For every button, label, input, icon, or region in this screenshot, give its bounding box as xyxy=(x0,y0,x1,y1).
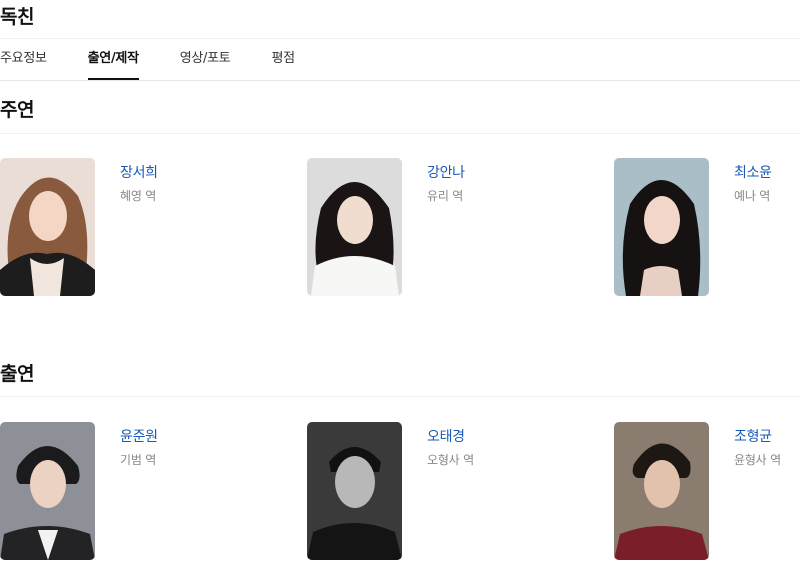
page-title: 독친 xyxy=(0,6,34,28)
tab-bar: 주요정보 출연/제작 영상/포토 평점 xyxy=(0,48,336,80)
actor-name-link[interactable]: 최소윤 xyxy=(734,162,772,182)
actor-photo[interactable] xyxy=(0,422,95,560)
tab-cast-crew[interactable]: 출연/제작 xyxy=(87,48,139,80)
title-divider xyxy=(0,38,800,39)
actor-photo[interactable] xyxy=(614,422,709,560)
cast-card: 조형균 윤형사 역 xyxy=(614,422,800,562)
section-title-supporting: 출연 xyxy=(0,363,34,385)
section-title-lead: 주연 xyxy=(0,99,34,121)
section-divider xyxy=(0,133,800,134)
tab-ratings[interactable]: 평점 xyxy=(271,48,295,80)
actor-name-link[interactable]: 조형균 xyxy=(734,426,772,446)
actor-role: 윤형사 역 xyxy=(734,453,781,467)
actor-role: 기범 역 xyxy=(120,453,157,467)
actor-role: 오형사 역 xyxy=(427,453,474,467)
cast-card: 강안나 유리 역 xyxy=(307,158,607,298)
tab-main-info[interactable]: 주요정보 xyxy=(0,48,47,80)
actor-name-link[interactable]: 장서희 xyxy=(120,162,158,182)
actor-photo[interactable] xyxy=(614,158,709,296)
actor-role: 혜영 역 xyxy=(120,189,157,203)
section-divider xyxy=(0,396,800,397)
actor-name-link[interactable]: 윤준원 xyxy=(120,426,158,446)
actor-role: 유리 역 xyxy=(427,189,464,203)
actor-photo[interactable] xyxy=(307,158,402,296)
cast-card: 오태경 오형사 역 xyxy=(307,422,607,562)
actor-role: 예나 역 xyxy=(734,189,771,203)
tab-video-photo[interactable]: 영상/포토 xyxy=(180,48,231,80)
actor-photo[interactable] xyxy=(307,422,402,560)
tab-divider xyxy=(0,80,800,81)
cast-card: 최소윤 예나 역 xyxy=(614,158,800,298)
actor-photo[interactable] xyxy=(0,158,95,296)
cast-card: 장서희 혜영 역 xyxy=(0,158,300,298)
actor-name-link[interactable]: 오태경 xyxy=(427,426,465,446)
cast-card: 윤준원 기범 역 xyxy=(0,422,300,562)
actor-name-link[interactable]: 강안나 xyxy=(427,162,465,182)
